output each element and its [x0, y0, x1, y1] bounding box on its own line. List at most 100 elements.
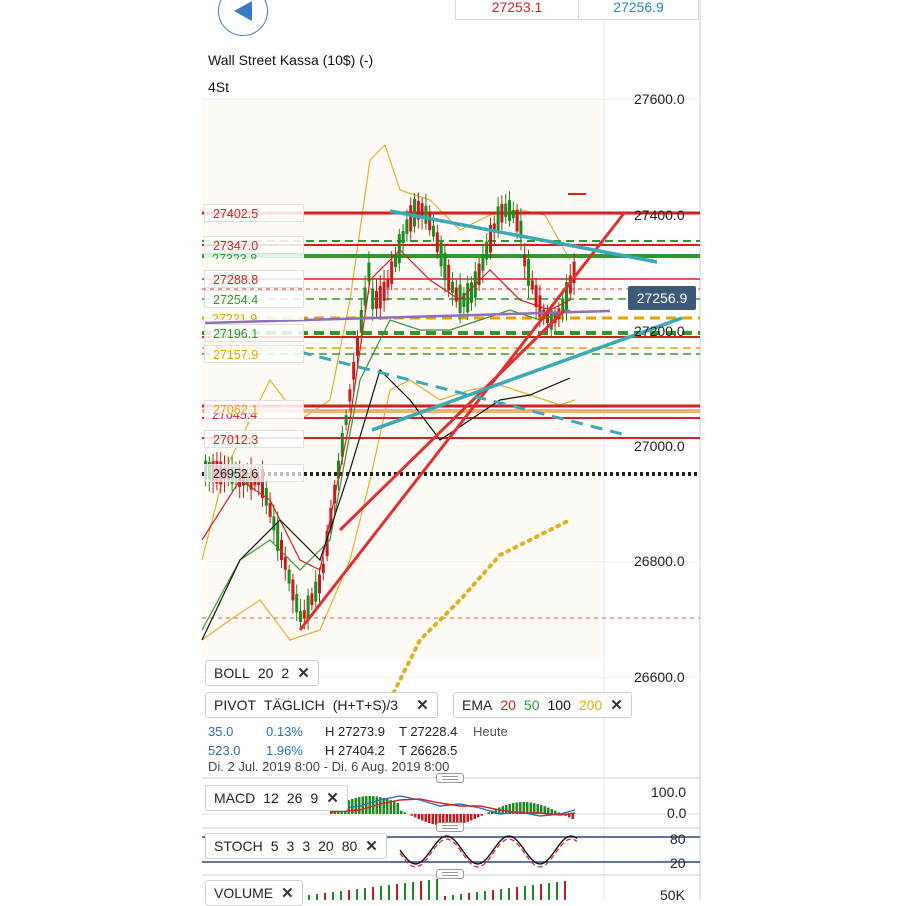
candlestick [535, 285, 538, 307]
macd-histogram-bar [481, 814, 484, 816]
close-icon[interactable]: ✕ [326, 789, 339, 807]
volume-bar [332, 892, 334, 900]
macd-histogram-bar [425, 814, 428, 822]
candlestick [356, 336, 359, 356]
macd-histogram-bar [554, 811, 557, 814]
boll-indicator-chip[interactable]: BOLL 20 2 ✕ [205, 660, 319, 686]
boll-period: 20 [258, 665, 274, 681]
candlestick [440, 242, 443, 266]
volume-bar [500, 889, 502, 900]
volume-bar [508, 888, 510, 900]
close-icon[interactable]: ✕ [365, 837, 378, 855]
volume-tick: 50K [660, 887, 685, 903]
price-tick: 27000.0 [634, 438, 685, 454]
stoch-tick: 20 [670, 855, 686, 871]
stat-pct-range: 1.96% [266, 743, 303, 758]
ema-50-value: 50 [524, 697, 540, 713]
ema-indicator-chip[interactable]: EMA 20 50 100 200 ✕ [453, 692, 632, 718]
volume-bar [452, 895, 454, 900]
bid-price[interactable]: 27253.1 [455, 0, 579, 20]
volume-bar [444, 896, 446, 900]
level-label: 27402.5 [204, 204, 304, 222]
volume-name: VOLUME [214, 885, 273, 901]
pivot-formula: (H+T+S)/3 [333, 697, 398, 713]
macd-indicator-chip[interactable]: MACD 12 26 9 ✕ [205, 785, 348, 811]
candlestick [398, 234, 401, 263]
candlestick [367, 262, 370, 281]
close-icon[interactable]: ✕ [297, 664, 310, 682]
close-icon[interactable]: ✕ [610, 696, 623, 714]
stat-low-today: T 27228.4 [399, 724, 457, 739]
stoch-indicator-chip[interactable]: STOCH 5 3 3 20 80 ✕ [205, 833, 387, 859]
candlestick [318, 575, 321, 594]
volume-bar [532, 885, 534, 900]
macd-tick: 100.0 [651, 784, 686, 800]
candlestick [345, 415, 348, 425]
macd-histogram-bar [369, 796, 372, 814]
ema-200-value: 200 [579, 697, 602, 713]
boll-name: BOLL [214, 665, 250, 681]
macd-histogram-bar [470, 814, 473, 820]
ema-name: EMA [462, 697, 492, 713]
candlestick [360, 310, 363, 333]
volume-bar [484, 891, 486, 900]
stoch-d-line [400, 839, 577, 867]
candlestick [428, 213, 431, 230]
macd-histogram-bar [418, 814, 421, 819]
pivot-indicator-chip[interactable]: PIVOT TÄGLICH (H+T+S)/3 ✕ [205, 692, 438, 718]
macd-histogram-bar [572, 814, 575, 819]
volume-bar [348, 890, 350, 900]
candlestick [307, 596, 310, 619]
instrument-title: Wall Street Kassa (10$) (-) [208, 52, 373, 68]
volume-bar [396, 884, 398, 900]
candlestick [470, 282, 473, 302]
stoch-tick: 80 [670, 831, 686, 847]
boll-deviation: 2 [281, 665, 289, 681]
macd-tick: 0.0 [667, 805, 686, 821]
level-label: 27221.9 [204, 310, 304, 320]
pivot-name: PIVOT [214, 697, 256, 713]
candlestick [314, 582, 317, 602]
candlestick [424, 206, 427, 224]
candlestick [379, 286, 382, 308]
level-label: 27196.1 [204, 324, 304, 342]
price-chart-canvas[interactable] [0, 0, 900, 900]
candlestick [272, 516, 275, 530]
candlestick [303, 610, 306, 619]
macd-histogram-bar [432, 814, 435, 824]
current-price-tag: 27256.9 [628, 286, 696, 310]
close-icon[interactable]: ✕ [281, 884, 294, 902]
back-arrow-icon [232, 0, 254, 23]
candlestick [523, 255, 526, 267]
macd-name: MACD [214, 790, 255, 806]
candlestick [455, 287, 458, 301]
panel-resize-handle[interactable] [436, 773, 464, 783]
volume-bar [356, 889, 358, 900]
panel-resize-handle[interactable] [436, 822, 464, 832]
candlestick [432, 226, 435, 237]
level-label: 27157.9 [204, 345, 304, 363]
close-icon[interactable]: ✕ [416, 696, 429, 714]
candlestick [512, 210, 515, 218]
candlestick [295, 594, 298, 612]
macd-histogram-bar [400, 811, 403, 814]
candlestick [409, 205, 412, 231]
volume-indicator-chip[interactable]: VOLUME ✕ [205, 880, 303, 906]
candlestick [386, 279, 389, 288]
panel-resize-handle[interactable] [436, 869, 464, 879]
volume-bar [556, 882, 558, 900]
candlestick [531, 280, 534, 288]
volume-bar [436, 879, 438, 900]
volume-bar [412, 882, 414, 900]
stat-high-today: H 27273.9 [325, 724, 385, 739]
timeframe-label[interactable]: 4St [208, 79, 229, 95]
stat-period: Heute [473, 724, 508, 739]
candlestick [288, 570, 291, 584]
ask-price[interactable]: 27256.9 [578, 0, 699, 20]
stoch-slow: 3 [302, 838, 310, 854]
volume-bar [388, 885, 390, 900]
candlestick [402, 231, 405, 243]
candlestick [504, 204, 507, 217]
price-tick: 26800.0 [634, 553, 685, 569]
stat-high-range: H 27404.2 [325, 743, 385, 758]
